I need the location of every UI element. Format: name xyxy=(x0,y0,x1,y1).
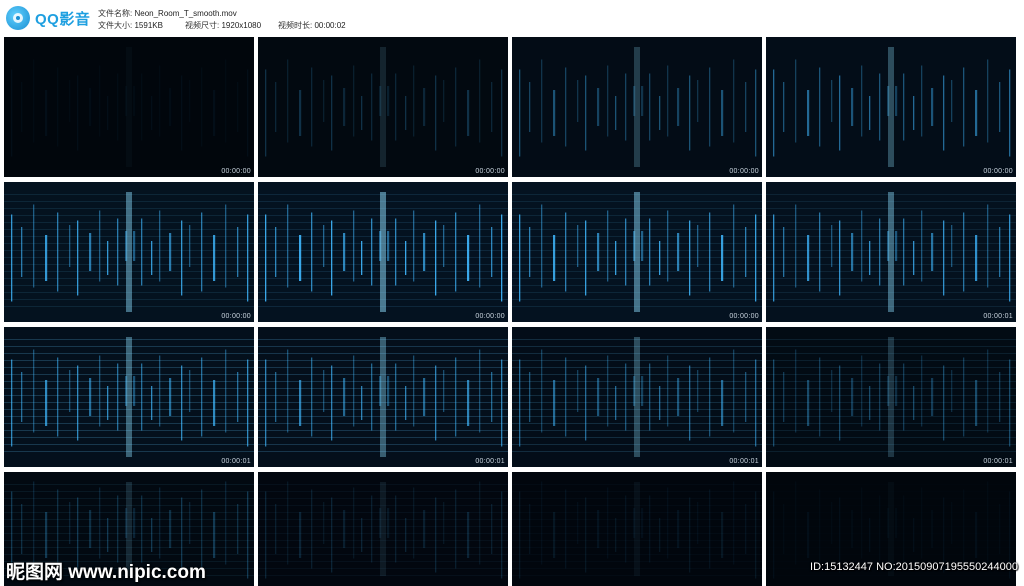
info-header: QQ影音 文件名称: Neon_Room_T_smooth.mov 文件大小: … xyxy=(0,0,1024,36)
neon-room-frame xyxy=(512,37,762,177)
video-thumbnail[interactable]: 00:00:01 xyxy=(766,327,1016,467)
video-thumbnail[interactable]: 00:00:01 xyxy=(766,182,1016,322)
watermark-id: ID:15132447 NO:20150907195550244000 xyxy=(810,561,1018,573)
video-thumbnail[interactable]: 00:00:00 xyxy=(258,182,508,322)
video-thumbnail[interactable] xyxy=(512,472,762,586)
file-meta-col2: 视频尺寸: 1920x1080 xyxy=(185,20,261,32)
neon-room-frame xyxy=(766,327,1016,467)
thumbnail-timestamp: 00:00:00 xyxy=(475,313,505,320)
video-thumbnail[interactable]: 00:00:00 xyxy=(258,37,508,177)
video-thumbnail[interactable]: 00:00:00 xyxy=(4,182,254,322)
file-meta-col3: 视频时长: 00:00:02 xyxy=(278,20,346,32)
file-size-label: 文件大小: xyxy=(98,21,133,30)
video-thumbnail[interactable]: 00:00:01 xyxy=(4,327,254,467)
file-name-label: 文件名称: xyxy=(98,9,133,18)
neon-room-frame xyxy=(258,327,508,467)
thumbnail-timestamp: 00:00:00 xyxy=(729,313,759,320)
resolution-label: 视频尺寸: xyxy=(185,21,220,30)
video-thumbnail[interactable]: 00:00:00 xyxy=(766,37,1016,177)
app-logo: QQ影音 xyxy=(6,5,90,31)
thumbnail-timestamp: 00:00:01 xyxy=(475,458,505,465)
neon-room-frame xyxy=(512,182,762,322)
thumbnail-timestamp: 00:00:01 xyxy=(221,458,251,465)
thumbnail-timestamp: 00:00:01 xyxy=(729,458,759,465)
watermark-site: 昵图网 www.nipic.com xyxy=(6,562,206,583)
thumbnail-timestamp: 00:00:00 xyxy=(729,168,759,175)
qq-player-icon xyxy=(6,6,30,30)
thumbnail-timestamp: 00:00:01 xyxy=(983,458,1013,465)
file-name-value: Neon_Room_T_smooth.mov xyxy=(134,9,237,18)
resolution-value: 1920x1080 xyxy=(221,21,262,30)
neon-room-frame xyxy=(519,481,757,579)
neon-room-frame xyxy=(258,182,508,322)
neon-room-frame xyxy=(766,182,1016,322)
duration-label: 视频时长: xyxy=(278,21,313,30)
duration-value: 00:00:02 xyxy=(314,21,346,30)
thumbnail-timestamp: 00:00:01 xyxy=(983,313,1013,320)
neon-room-frame xyxy=(766,37,1016,177)
neon-room-frame xyxy=(11,67,249,157)
thumbnail-grid: 00:00:00 00:00:00 00:00:00 00:00:00 00:00:00… xyxy=(4,37,1020,586)
video-thumbnail[interactable]: 00:00:01 xyxy=(258,327,508,467)
video-thumbnail[interactable]: 00:00:00 xyxy=(4,37,254,177)
neon-room-frame xyxy=(258,472,508,586)
neon-room-frame xyxy=(4,182,254,322)
file-size-value: 1591KB xyxy=(134,21,163,30)
neon-room-frame xyxy=(258,37,508,177)
thumbnail-timestamp: 00:00:00 xyxy=(983,168,1013,175)
video-thumbnail[interactable] xyxy=(258,472,508,586)
neon-room-frame xyxy=(4,327,254,467)
neon-room-frame xyxy=(512,327,762,467)
thumbnail-timestamp: 00:00:00 xyxy=(221,168,251,175)
thumbnail-timestamp: 00:00:00 xyxy=(475,168,505,175)
thumbnail-timestamp: 00:00:00 xyxy=(221,313,251,320)
video-thumbnail[interactable]: 00:00:00 xyxy=(512,37,762,177)
video-thumbnail[interactable]: 00:00:01 xyxy=(512,327,762,467)
video-thumbnail[interactable]: 00:00:00 xyxy=(512,182,762,322)
app-name: QQ影音 xyxy=(35,10,91,28)
